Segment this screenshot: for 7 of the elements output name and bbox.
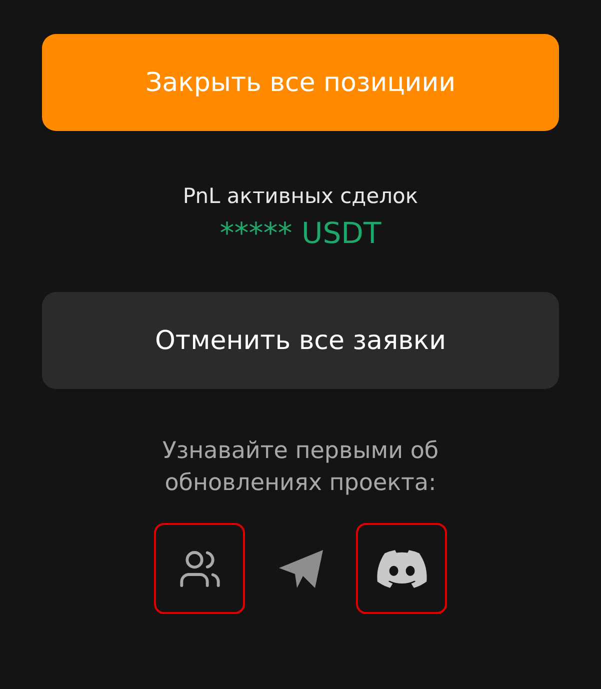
pnl-value: ***** USDT [220,216,382,250]
paper-plane-icon [276,548,324,590]
subscribe-text: Узнавайте первыми об обновлениях проекта: [161,437,440,498]
pnl-label: PnL активных сделок [182,184,418,208]
social-link[interactable] [154,523,245,614]
cancel-all-orders-button[interactable]: Отменить все заявки [42,292,559,389]
social-link[interactable] [356,523,447,614]
